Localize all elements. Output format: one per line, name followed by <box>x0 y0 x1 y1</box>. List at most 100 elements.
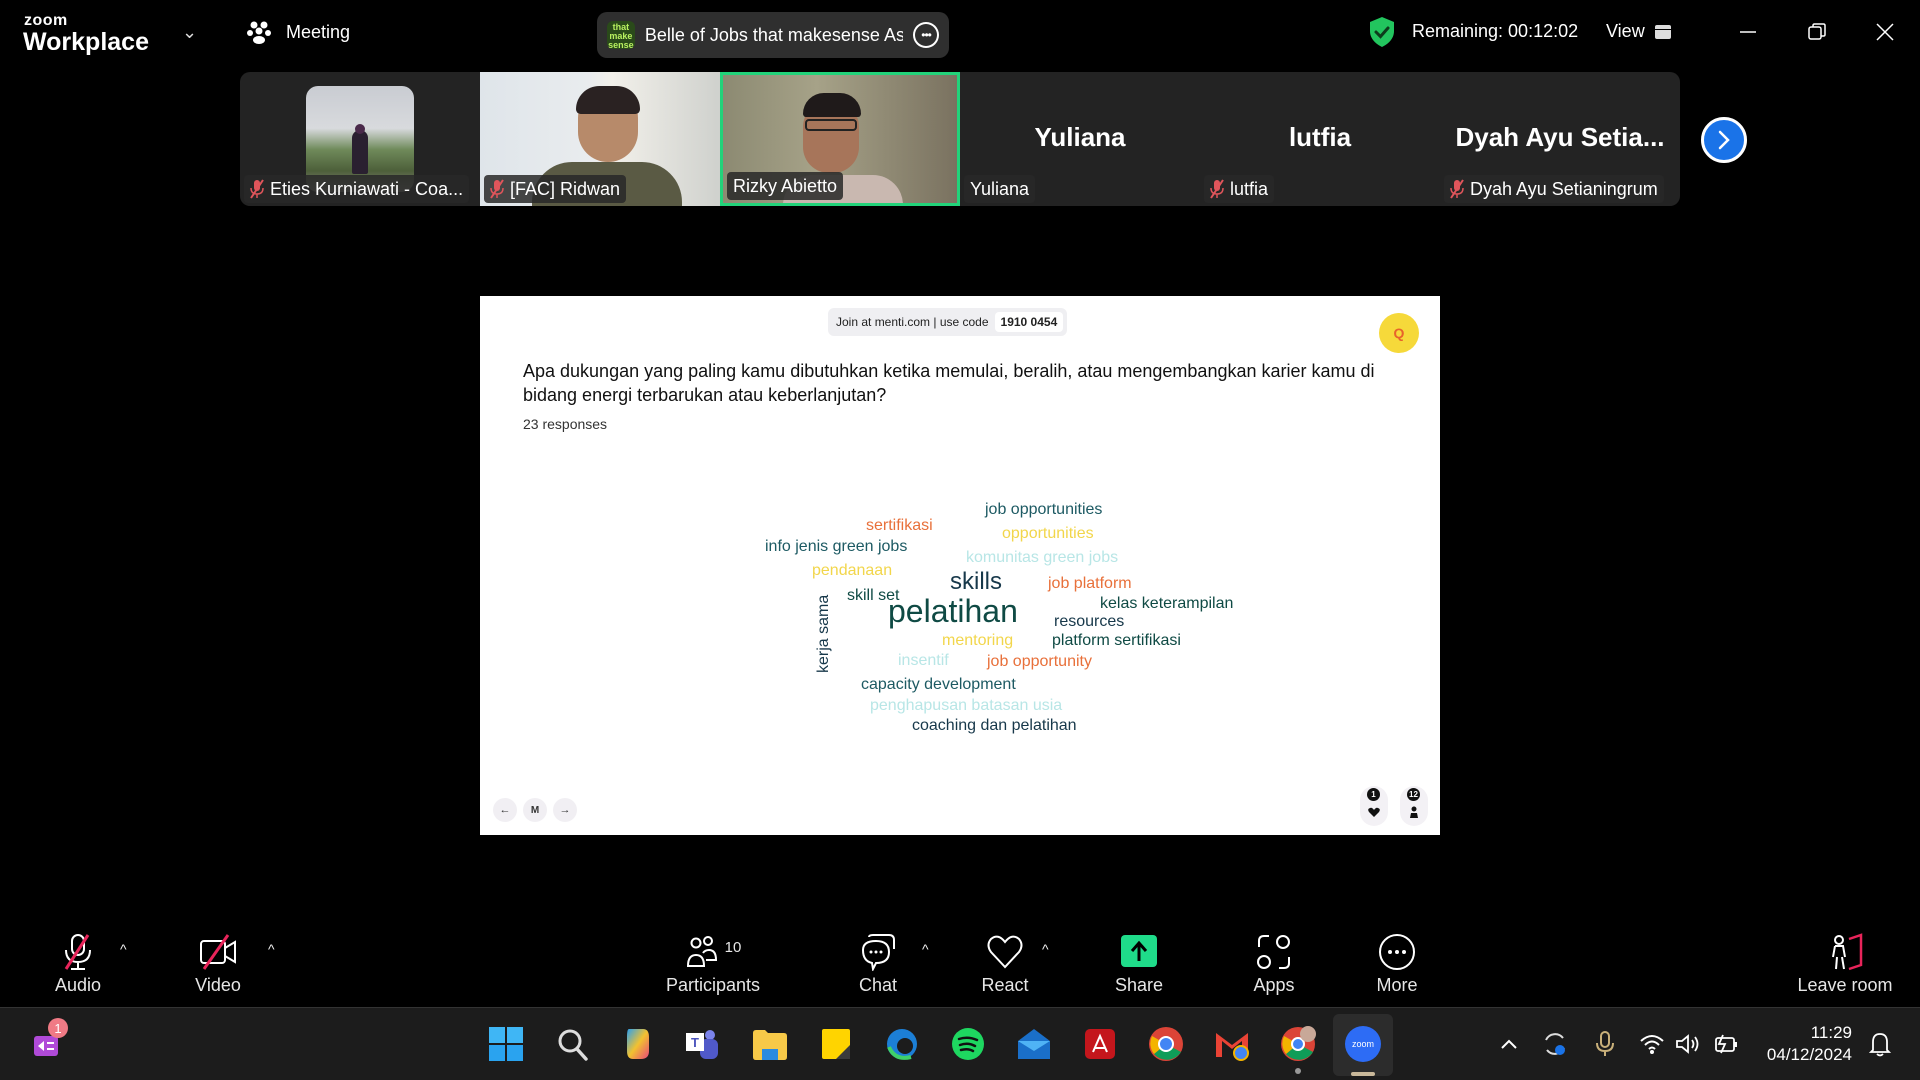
chevron-down-icon[interactable]: ⌄ <box>182 22 197 43</box>
chat-button[interactable]: Chat <box>853 921 903 1007</box>
edge-browser-icon <box>887 1029 917 1060</box>
audio-options-caret[interactable]: ^ <box>120 941 127 957</box>
share-screen-icon <box>1121 935 1157 967</box>
clock-time: 11:29 <box>1810 1023 1852 1042</box>
meeting-label: Meeting <box>286 21 351 42</box>
participant-tile[interactable]: Eties Kurniawati - Coa... <box>240 72 480 206</box>
taskbar-gmail[interactable] <box>1212 1024 1252 1064</box>
meeting-info-more-icon[interactable]: ••• <box>913 22 939 48</box>
taskbar-chrome[interactable] <box>1146 1024 1186 1064</box>
leave-room-button[interactable]: Leave room <box>1790 921 1900 1007</box>
wifi-icon <box>1640 1035 1664 1054</box>
sync-icon <box>1545 1033 1565 1055</box>
word-cloud-word: kelas keterampilan <box>1100 595 1234 612</box>
taskbar-mail[interactable] <box>1014 1024 1054 1064</box>
windows-taskbar: 1 T zoom 11:29 04/12/2024 <box>0 1007 1920 1080</box>
audio-button[interactable]: Audio <box>46 921 110 1007</box>
restore-button[interactable] <box>1797 14 1837 50</box>
word-cloud-word: penghapusan batasan usia <box>870 697 1063 714</box>
word-cloud-word: insentif <box>898 652 949 669</box>
slide-next-button[interactable]: → <box>553 798 577 822</box>
minimize-button[interactable] <box>1728 14 1768 50</box>
react-button[interactable]: React <box>980 921 1030 1007</box>
active-indicator <box>1351 1072 1375 1076</box>
leave-room-label: Leave room <box>1797 975 1893 995</box>
taskbar-teams[interactable]: T <box>682 1024 722 1064</box>
tray-microphone[interactable] <box>1585 1024 1625 1064</box>
word-cloud-word: resources <box>1054 613 1125 630</box>
taskbar-copilot[interactable] <box>618 1024 658 1064</box>
video-label: Video <box>195 975 241 995</box>
participant-thumbnail-strip: Eties Kurniawati - Coa... [FAC] Ridwan R… <box>240 72 1680 206</box>
heart-icon <box>987 935 1023 969</box>
participant-tile[interactable]: [FAC] Ridwan <box>480 72 720 206</box>
running-indicator <box>1295 1068 1301 1074</box>
more-button[interactable]: More <box>1372 921 1422 1007</box>
participant-tile[interactable]: Dyah Ayu Setia... Dyah Ayu Setianingrum <box>1440 72 1680 206</box>
menti-logo-icon: M <box>530 804 540 816</box>
share-button[interactable]: Share <box>1112 921 1166 1007</box>
participants-icon <box>686 936 717 967</box>
next-page-button[interactable] <box>1701 117 1747 163</box>
view-label: View <box>1606 21 1645 41</box>
encryption-shield-icon[interactable] <box>1368 16 1396 48</box>
participant-name: Rizky Abietto <box>733 175 838 196</box>
meeting-title-pill[interactable]: that make sense Belle of Jobs that makes… <box>597 12 949 58</box>
tray-battery[interactable] <box>1706 1024 1746 1064</box>
participant-tile[interactable]: lutfia lutfia <box>1200 72 1440 206</box>
participants-button[interactable]: 10 Participants <box>660 921 766 1007</box>
tray-sync[interactable] <box>1535 1024 1575 1064</box>
participant-name: Eties Kurniawati - Coa... <box>270 178 464 199</box>
taskbar-search[interactable] <box>552 1024 592 1064</box>
join-text: Join at menti.com | use code <box>836 315 989 329</box>
participant-tile[interactable]: Yuliana Yuliana <box>960 72 1200 206</box>
word-cloud-word: info jenis green jobs <box>765 538 908 555</box>
notification-center-button[interactable] <box>1860 1024 1900 1064</box>
bell-icon <box>1869 1033 1891 1057</box>
word-cloud-word: mentoring <box>942 632 1014 649</box>
view-button[interactable]: View <box>1606 21 1671 42</box>
participant-tile-active-speaker[interactable]: Rizky Abietto <box>720 72 960 206</box>
video-options-caret[interactable]: ^ <box>268 941 275 957</box>
audience-button[interactable]: 12 <box>1400 786 1428 826</box>
mail-icon <box>1018 1029 1050 1059</box>
taskbar-acrobat[interactable] <box>1080 1024 1120 1064</box>
taskbar-zoom[interactable]: zoom <box>1343 1024 1383 1076</box>
tray-volume[interactable] <box>1668 1024 1708 1064</box>
word-cloud-word: komunitas green jobs <box>966 549 1119 566</box>
close-button[interactable] <box>1865 14 1905 50</box>
heart-icon <box>1368 807 1380 817</box>
taskbar-sticky-notes[interactable] <box>816 1024 856 1064</box>
taskbar-clock[interactable]: 11:29 04/12/2024 <box>1767 1022 1852 1066</box>
apps-button[interactable]: Apps <box>1249 921 1299 1007</box>
meeting-menu-button[interactable]: Meeting <box>246 20 350 44</box>
taskbar-chrome-profile[interactable] <box>1278 1024 1318 1074</box>
participants-label: Participants <box>665 975 761 995</box>
minimize-icon <box>1740 31 1756 33</box>
word-cloud-word: pelatihan <box>888 593 1018 629</box>
apps-icon <box>1257 935 1290 969</box>
microphone-icon <box>1596 1031 1614 1056</box>
slide-prev-button[interactable]: ← <box>493 798 517 822</box>
taskbar-start[interactable] <box>486 1024 526 1064</box>
participant-name: Dyah Ayu Setianingrum <box>1470 178 1658 199</box>
taskbar-notification-widget[interactable]: 1 <box>28 1018 68 1064</box>
sticky-notes-icon <box>822 1029 850 1059</box>
word-cloud-word: job opportunities <box>985 501 1103 518</box>
taskbar-file-explorer[interactable] <box>750 1024 790 1064</box>
battery-charging-icon <box>1715 1034 1737 1054</box>
taskbar-spotify[interactable] <box>948 1024 988 1064</box>
show-hidden-icons[interactable] <box>1489 1024 1529 1064</box>
chat-options-caret[interactable]: ^ <box>922 941 929 957</box>
tray-wifi[interactable] <box>1632 1024 1672 1064</box>
video-button[interactable]: Video <box>186 921 250 1007</box>
react-options-caret[interactable]: ^ <box>1042 941 1049 957</box>
gmail-icon <box>1216 1033 1249 1061</box>
word-cloud-word: sertifikasi <box>866 517 933 534</box>
mic-muted-icon <box>64 934 91 970</box>
arrow-left-icon: ← <box>499 804 511 816</box>
taskbar-edge[interactable] <box>882 1024 922 1064</box>
slide-menu-button[interactable]: M <box>523 798 547 822</box>
reactions-button[interactable]: 1 <box>1360 786 1388 826</box>
clock-date: 04/12/2024 <box>1766 1045 1852 1064</box>
